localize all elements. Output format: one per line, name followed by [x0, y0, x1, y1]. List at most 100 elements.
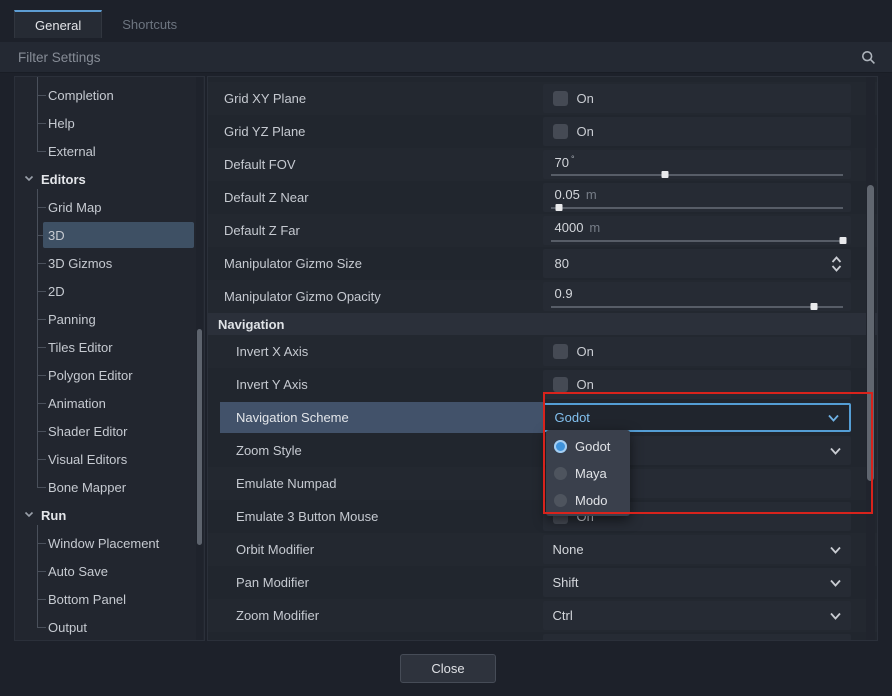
checkbox[interactable]	[553, 344, 568, 359]
navigation-scheme-dropdown[interactable]: Godot	[543, 403, 852, 432]
slider-thumb[interactable]	[556, 204, 563, 211]
sidebar-item-completion[interactable]: Completion	[15, 81, 204, 109]
setting-value-cell: On	[543, 117, 852, 146]
setting-label: Emulate Numpad	[236, 467, 336, 500]
checkbox[interactable]	[553, 377, 568, 392]
pan-modifier-dropdown[interactable]: Shift	[543, 568, 852, 597]
tab-general-label: General	[35, 18, 81, 33]
sidebar-item-animation[interactable]: Animation	[15, 389, 204, 417]
setting-value-cell: On	[543, 84, 852, 113]
radio-icon	[554, 494, 567, 507]
setting-label: Invert Y Axis	[236, 368, 308, 401]
sidebar-item-polygon-editor[interactable]: Polygon Editor	[15, 361, 204, 389]
sidebar-item-visual-editors[interactable]: Visual Editors	[15, 445, 204, 473]
tab-bar: General Shortcuts	[14, 10, 878, 38]
setting-row-grid-yz-plane: Grid YZ Plane On	[208, 115, 877, 148]
slider-track[interactable]	[551, 174, 844, 176]
sidebar-item-output[interactable]: Output	[15, 613, 204, 641]
sidebar-item-window-placement[interactable]: Window Placement	[15, 529, 204, 557]
tab-shortcuts-label: Shortcuts	[122, 17, 177, 32]
setting-row-manipulator-gizmo-opacity: Manipulator Gizmo Opacity 0.9	[208, 280, 877, 313]
sidebar-item-external[interactable]: External	[15, 137, 204, 165]
slider-field[interactable]: 70°	[543, 150, 852, 179]
chevron-down-icon	[829, 611, 842, 620]
spinner-field[interactable]: 80	[543, 249, 852, 278]
tab-shortcuts[interactable]: Shortcuts	[102, 10, 197, 38]
slider-field[interactable]: 0.9	[543, 282, 852, 311]
setting-label: Default FOV	[224, 148, 296, 181]
sidebar-item-2d[interactable]: 2D	[15, 277, 204, 305]
settings-category-tree: Completion Help External Editors Grid Ma…	[14, 76, 205, 641]
filter-settings-input[interactable]	[0, 42, 892, 72]
dropdown-value: None	[553, 542, 584, 557]
setting-row-zoom-modifier: Zoom Modifier Ctrl	[208, 599, 877, 632]
sidebar-item-shader-editor[interactable]: Shader Editor	[15, 417, 204, 445]
sidebar-scrollbar-thumb[interactable]	[197, 329, 202, 545]
popup-option-maya[interactable]: Maya	[546, 460, 630, 487]
sidebar-item-tiles-editor[interactable]: Tiles Editor	[15, 333, 204, 361]
sidebar-item-bone-mapper[interactable]: Bone Mapper	[15, 473, 204, 501]
settings-panel: Grid XY Plane On Grid YZ Plane On Defaul…	[207, 76, 878, 641]
slider-value: 4000	[553, 220, 584, 235]
setting-label: Navigation Scheme	[236, 401, 349, 434]
slider-thumb[interactable]	[810, 303, 817, 310]
chevron-down-icon	[829, 446, 842, 455]
checkbox[interactable]	[553, 124, 568, 139]
sidebar-item-3d-gizmos[interactable]: 3D Gizmos	[15, 249, 204, 277]
setting-label: Pan Modifier	[236, 566, 309, 599]
dropdown-value: Ctrl	[553, 608, 573, 623]
radio-icon	[554, 467, 567, 480]
sidebar-item-3d[interactable]: 3D	[15, 221, 204, 249]
zoom-modifier-dropdown[interactable]: Ctrl	[543, 601, 852, 630]
filter-bar	[0, 42, 892, 73]
setting-label: Zoom Modifier	[236, 599, 319, 632]
chevron-down-icon	[23, 172, 35, 184]
sidebar-scrollbar[interactable]	[196, 77, 203, 640]
spinner-updown-icon[interactable]	[831, 256, 842, 272]
orbit-modifier-dropdown[interactable]: None	[543, 535, 852, 564]
slider-field[interactable]: 0.05m	[543, 183, 852, 212]
settings-scrollbar-thumb[interactable]	[867, 185, 874, 481]
checkbox-label: On	[577, 377, 594, 392]
chevron-down-icon	[829, 578, 842, 587]
close-button[interactable]: Close	[400, 654, 496, 683]
tab-general[interactable]: General	[14, 10, 102, 38]
setting-row-orbit-modifier: Orbit Modifier None	[208, 533, 877, 566]
popup-option-modo[interactable]: Modo	[546, 487, 630, 514]
sidebar-item-run[interactable]: Run	[15, 501, 204, 529]
setting-row-zoom-style: Zoom Style	[208, 434, 877, 467]
sidebar-item-auto-save[interactable]: Auto Save	[15, 557, 204, 585]
setting-label: Warped Mouse Panning	[236, 632, 375, 641]
setting-row-manipulator-gizmo-size: Manipulator Gizmo Size 80	[208, 247, 877, 280]
popup-option-godot[interactable]: Godot	[546, 433, 630, 460]
slider-track[interactable]	[551, 207, 844, 209]
setting-row-warped-mouse-panning: Warped Mouse Panning	[208, 632, 877, 641]
chevron-down-icon	[23, 508, 35, 520]
setting-value-cell: On	[543, 370, 852, 399]
settings-scrollbar[interactable]	[866, 77, 875, 640]
sidebar-item-help[interactable]: Help	[15, 109, 204, 137]
setting-value-cell	[543, 634, 852, 641]
sidebar-item-panning[interactable]: Panning	[15, 305, 204, 333]
degrees-suffix: °	[571, 154, 575, 164]
slider-thumb[interactable]	[661, 171, 668, 178]
popup-option-label: Maya	[575, 466, 607, 481]
setting-label: Grid XY Plane	[224, 82, 306, 115]
checkbox[interactable]	[553, 91, 568, 106]
slider-track[interactable]	[551, 240, 844, 242]
setting-label: Emulate 3 Button Mouse	[236, 500, 378, 533]
setting-label: Orbit Modifier	[236, 533, 314, 566]
sidebar-item-bottom-panel[interactable]: Bottom Panel	[15, 585, 204, 613]
slider-thumb[interactable]	[840, 237, 847, 244]
slider-field[interactable]: 4000m	[543, 216, 852, 245]
setting-label: Manipulator Gizmo Size	[224, 247, 362, 280]
slider-track[interactable]	[551, 306, 844, 308]
radio-icon	[554, 440, 567, 453]
setting-label: Default Z Far	[224, 214, 300, 247]
sidebar-item-grid-map[interactable]: Grid Map	[15, 193, 204, 221]
sidebar-item-editors[interactable]: Editors	[15, 165, 204, 193]
dialog-footer: Close	[0, 643, 892, 696]
setting-row-grid-xy-plane: Grid XY Plane On	[208, 82, 877, 115]
chevron-down-icon	[829, 545, 842, 554]
setting-row-invert-x-axis: Invert X Axis On	[208, 335, 877, 368]
